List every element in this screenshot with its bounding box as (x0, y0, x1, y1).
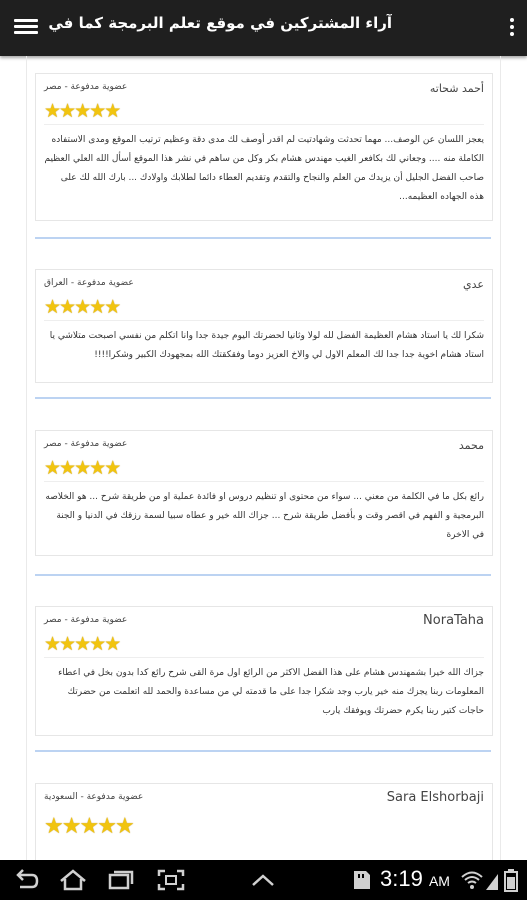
star-icon: ★ (104, 633, 122, 655)
review-comment: رائع بكل ما في الكلمة من معني ... سواء م… (44, 481, 484, 545)
battery-icon (503, 868, 519, 892)
rating-stars: ★★★★★ (44, 100, 121, 122)
review-card: عدي عضوية مدفوعة - العراق ★★★★★ شكرا لك … (35, 269, 493, 383)
review-comment: شكرا لك يا استاد هشام العظيمة الفضل لله … (44, 320, 484, 365)
sd-card-icon (348, 868, 374, 892)
menu-icon[interactable] (14, 16, 38, 40)
reviewer-name: محمد (458, 439, 484, 452)
divider (35, 750, 491, 752)
star-icon: ★ (114, 814, 135, 839)
membership-badge: عضوية مدفوعة - السعودية (44, 792, 144, 802)
review-card: محمد عضوية مدفوعة - مصر ★★★★★ رائع بكل م… (35, 430, 493, 556)
app-bar: آراء المشتركين في موقع تعلم البرمجة كما … (0, 0, 527, 56)
signal-icon (484, 868, 500, 892)
clock: 3:19 AM (380, 866, 450, 892)
reviewer-name: NoraTaha (423, 613, 484, 628)
review-card: أحمد شحاته عضوية مدفوعة - مصر ★★★★★ يعجز… (35, 73, 493, 221)
rating-stars: ★★★★★ (44, 457, 121, 479)
star-icon: ★ (104, 100, 122, 122)
chevron-up-icon[interactable] (248, 868, 278, 892)
reviewer-name: أحمد شحاته (429, 82, 484, 95)
membership-badge: عضوية مدفوعة - مصر (44, 82, 128, 92)
overflow-menu-icon[interactable] (507, 16, 517, 40)
wifi-icon (460, 868, 484, 892)
membership-badge: عضوية مدفوعة - مصر (44, 615, 128, 625)
star-icon: ★ (44, 814, 64, 839)
star-icon: ★ (97, 814, 117, 839)
divider (35, 397, 491, 399)
reviewer-name: Sara Elshorbaji (386, 790, 484, 805)
rating-stars: ★★★★★ (44, 633, 121, 655)
clock-time: 3:19 (380, 866, 423, 891)
clock-ampm: AM (428, 873, 450, 889)
rating-stars: ★★★★★ (44, 814, 135, 839)
reviews-column: أحمد شحاته عضوية مدفوعة - مصر ★★★★★ يعجز… (26, 56, 501, 860)
review-card: NoraTaha عضوية مدفوعة - مصر ★★★★★ جزاك ا… (35, 606, 493, 736)
rating-stars: ★★★★★ (44, 296, 121, 318)
star-icon: ★ (104, 457, 122, 479)
system-navigation-bar: 3:19 AM (0, 860, 527, 900)
page-title: آراء المشتركين في موقع تعلم البرمجة كما … (48, 14, 392, 32)
review-comment: يعجز اللسان عن الوصف... مهما تحدثت وشهاد… (44, 124, 484, 207)
review-comment: جزاك الله خيرا بشمهندس هشام على هذا الفض… (44, 657, 484, 721)
reviewer-name: عدي (463, 278, 484, 291)
home-icon[interactable] (58, 868, 88, 892)
divider (35, 574, 491, 576)
star-icon: ★ (104, 296, 122, 318)
membership-badge: عضوية مدفوعة - العراق (44, 278, 134, 288)
divider (35, 237, 491, 239)
reviews-list[interactable]: أحمد شحاته عضوية مدفوعة - مصر ★★★★★ يعجز… (0, 56, 527, 860)
back-icon[interactable] (10, 868, 40, 892)
review-card: Sara Elshorbaji عضوية مدفوعة - السعودية … (35, 783, 493, 860)
recent-apps-icon[interactable] (106, 868, 136, 892)
membership-badge: عضوية مدفوعة - مصر (44, 439, 128, 449)
screenshot-icon[interactable] (156, 868, 186, 892)
